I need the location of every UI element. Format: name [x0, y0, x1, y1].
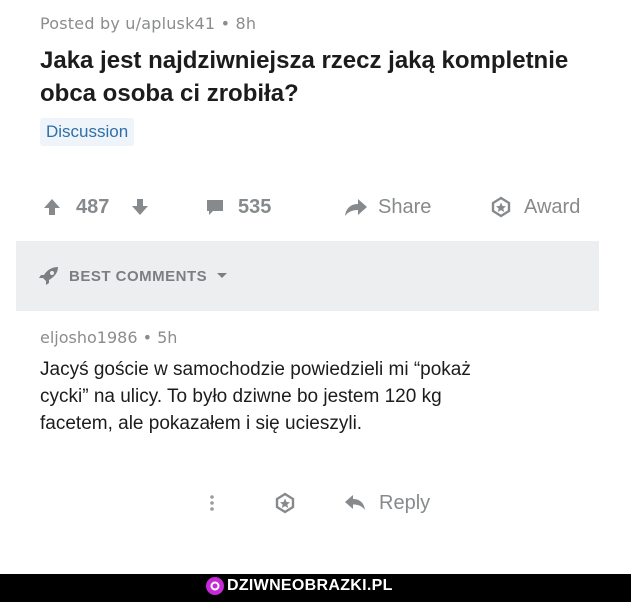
- watermark-footer: DZIWNEOBRAZKI.PL: [0, 574, 631, 602]
- watermark: DZIWNEOBRAZKI.PL: [206, 577, 393, 595]
- share-arrow-icon: [345, 199, 367, 216]
- score-count: 487: [76, 195, 110, 218]
- comments-button[interactable]: 535: [205, 190, 271, 224]
- share-label: Share: [378, 195, 432, 218]
- comment-meta: eljosho1986 • 5h: [40, 328, 178, 347]
- downvote-button[interactable]: [130, 190, 150, 224]
- post-title[interactable]: Jaka jest najdziwniejsza rzecz jaką komp…: [40, 44, 600, 110]
- chevron-down-icon: [217, 273, 228, 278]
- award-button[interactable]: Award: [490, 190, 580, 224]
- share-button[interactable]: Share: [344, 190, 431, 224]
- upvote-button[interactable]: [42, 190, 62, 224]
- post-actions: 487 535 Share Award: [0, 190, 631, 224]
- post-meta: Posted by u/aplusk41 • 8h: [40, 14, 257, 33]
- award-icon: [491, 196, 511, 218]
- watermark-logo-icon: [206, 577, 224, 595]
- best-comments-label: BEST COMMENTS: [69, 267, 208, 285]
- more-vertical-icon: [210, 495, 214, 511]
- comment-award-button[interactable]: [274, 486, 296, 520]
- comment-body: Jacyś goście w samochodzie powiedzieli m…: [40, 359, 471, 434]
- watermark-text: DZIWNEOBRAZKI.PL: [227, 577, 393, 594]
- sort-dropdown[interactable]: BEST COMMENTS: [38, 266, 229, 286]
- reply-arrow-icon: [345, 495, 365, 510]
- comment-bubble-icon: [207, 200, 223, 215]
- more-options-button[interactable]: [208, 486, 216, 520]
- reply-button[interactable]: Reply: [344, 486, 430, 520]
- best-comments-bar: BEST COMMENTS: [16, 241, 599, 311]
- award-label: Award: [524, 195, 581, 218]
- comment-actions: Reply: [0, 486, 631, 520]
- arrow-down-icon: [132, 199, 148, 215]
- award-icon: [275, 492, 295, 514]
- comments-count: 535: [238, 195, 272, 218]
- reply-label: Reply: [379, 491, 431, 514]
- flair-badge[interactable]: Discussion: [40, 118, 135, 146]
- arrow-up-icon: [44, 199, 60, 215]
- rocket-icon: [39, 267, 58, 285]
